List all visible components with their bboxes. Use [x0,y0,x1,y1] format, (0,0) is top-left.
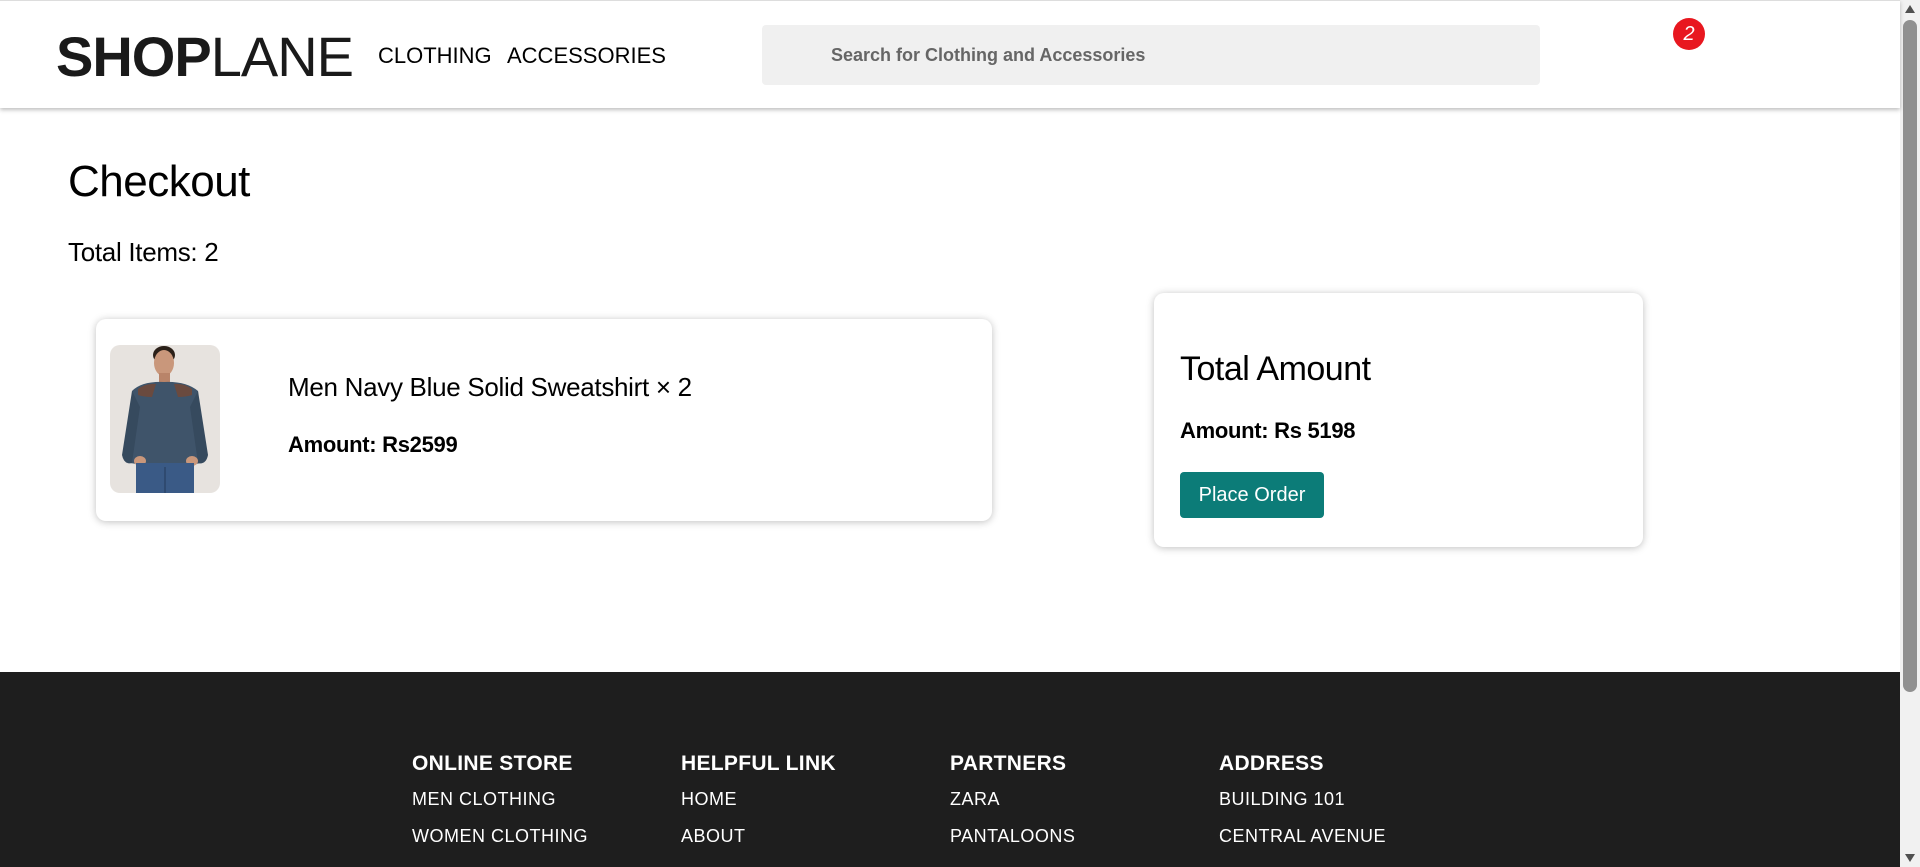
footer-column-address: ADDRESS BUILDING 101 CENTRAL AVENUE [1219,752,1386,862]
footer-column-helpful-link: HELPFUL LINK HOME ABOUT [681,752,836,862]
nav-clothing[interactable]: CLOTHING [378,43,492,69]
page-scrollbar[interactable] [1900,0,1920,867]
footer-heading: HELPFUL LINK [681,752,836,775]
nav-accessories[interactable]: ACCESSORIES [507,43,666,69]
item-amount: Amount: Rs2599 [288,432,458,457]
footer-link-pantaloons[interactable]: PANTALOONS [950,825,1075,847]
product-image[interactable] [110,345,220,493]
footer-column-partners: PARTNERS ZARA PANTALOONS [950,752,1075,862]
footer-heading: ONLINE STORE [412,752,573,775]
site-logo[interactable]: SHOPLANE [56,25,354,89]
scroll-thumb[interactable] [1903,20,1917,692]
footer-link-men-clothing[interactable]: MEN CLOTHING [412,788,588,810]
scroll-up-arrow-icon[interactable] [1905,5,1915,13]
footer-heading: PARTNERS [950,752,1067,775]
order-summary-card: Total Amount Amount: Rs 5198 Place Order [1154,293,1643,547]
cart-count-badge[interactable]: 2 [1673,18,1705,50]
cart-item-card: Men Navy Blue Solid Sweatshirt × 2 Amoun… [96,319,992,521]
page-title: Checkout [68,157,250,206]
sweatshirt-model-image [110,345,220,493]
place-order-button[interactable]: Place Order [1180,472,1324,518]
item-name: Men Navy Blue Solid Sweatshirt × 2 [288,372,692,402]
footer-address-line-1: BUILDING 101 [1219,789,1346,809]
total-amount-heading: Total Amount [1180,350,1371,388]
footer-link-home[interactable]: HOME [681,788,836,810]
footer-column-online-store: ONLINE STORE MEN CLOTHING WOMEN CLOTHING [412,752,588,862]
footer-link-zara[interactable]: ZARA [950,788,1075,810]
footer-heading: ADDRESS [1219,752,1324,775]
footer-link-about[interactable]: ABOUT [681,825,836,847]
total-amount-value: Amount: Rs 5198 [1180,418,1356,443]
logo-light-text: LANE [210,25,354,88]
search-input[interactable] [762,25,1540,85]
footer-address-line-2: CENTRAL AVENUE [1219,826,1387,846]
site-footer: ONLINE STORE MEN CLOTHING WOMEN CLOTHING… [0,672,1900,867]
logo-bold-text: SHOP [56,25,212,88]
footer-link-women-clothing[interactable]: WOMEN CLOTHING [412,825,588,847]
scroll-down-arrow-icon[interactable] [1905,854,1915,862]
total-items-count: Total Items: 2 [68,237,219,267]
site-header: SHOPLANE CLOTHING ACCESSORIES 2 [0,0,1900,108]
